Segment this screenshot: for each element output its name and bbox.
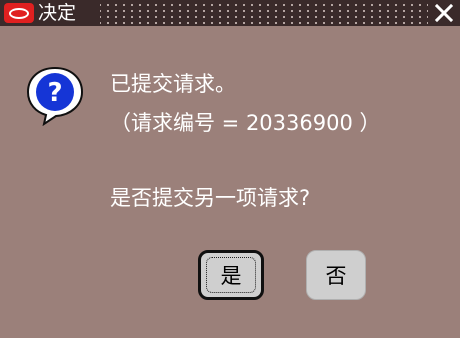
svg-text:?: ? xyxy=(47,78,62,108)
title-area: 决定 xyxy=(0,0,100,26)
help-question-icon: ? xyxy=(26,66,84,126)
title-bar[interactable]: 决定 xyxy=(0,0,460,26)
close-button[interactable] xyxy=(428,0,460,26)
no-button-label: 否 xyxy=(325,264,347,288)
yes-button[interactable]: 是 xyxy=(198,250,264,300)
message-line-2: （请求编号 = 20336900 ） xyxy=(110,111,381,135)
yes-button-focus-ring: 是 xyxy=(206,257,256,293)
dialog-window: 决定 ? 已提交请求。 （请求编号 = 20336900 ） 是否提交另一项请求… xyxy=(0,0,460,338)
message-line-1: 已提交请求。 xyxy=(110,72,236,96)
no-button[interactable]: 否 xyxy=(306,250,366,300)
question-text: 是否提交另一项请求? xyxy=(110,186,311,210)
window-title: 决定 xyxy=(38,2,77,24)
oracle-logo-icon xyxy=(4,3,34,23)
yes-button-label: 是 xyxy=(220,264,242,288)
close-icon xyxy=(435,4,453,22)
